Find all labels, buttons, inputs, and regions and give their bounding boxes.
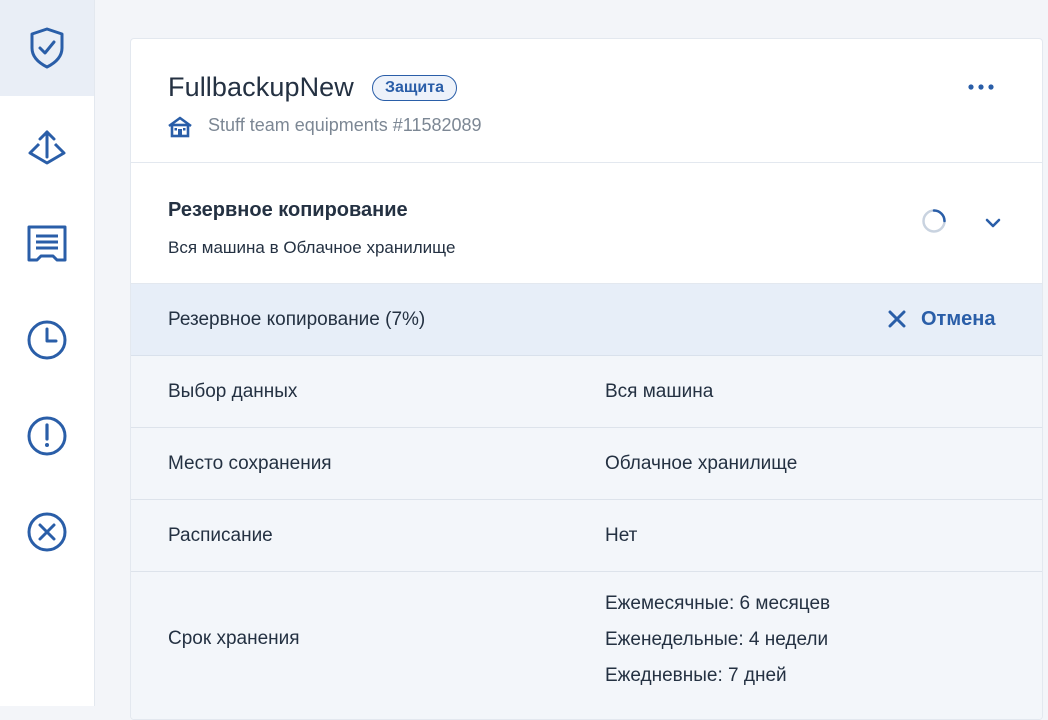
shield-check-icon [30,27,64,69]
more-horizontal-icon [968,84,994,90]
backup-upload-icon [28,130,66,165]
clock-icon [27,320,67,360]
detail-value-list: Ежемесячные: 6 месяцев Еженедельные: 4 н… [605,586,830,694]
more-button[interactable] [961,75,1001,99]
detail-label: Срок хранения [168,628,300,649]
detail-value: Нет [605,525,638,546]
close-circle-icon [27,512,67,552]
detail-row-retention: Срок хранения Ежемесячные: 6 месяцев Еже… [131,572,1042,719]
chevron-down-icon [985,218,1001,228]
detail-label: Выбор данных [168,381,298,402]
sidebar [0,0,95,706]
alert-icon [27,416,67,456]
plan-section: Резервное копирование Вся машина в Облач… [131,163,1042,284]
card-header: FullbackupNew Защита Stuff team equipmen… [131,39,1042,163]
progress-label: Резервное копирование (7%) [168,309,426,330]
plan-subtitle: Вся машина в Облачное хранилище [168,238,456,257]
cancel-button[interactable]: Отмена [887,304,995,334]
sidebar-item-history[interactable] [0,292,94,388]
detail-value: Вся машина [605,381,714,402]
detail-label: Расписание [168,525,273,546]
sidebar-item-alerts[interactable] [0,388,94,484]
sidebar-item-backup[interactable] [0,100,94,196]
expand-button[interactable] [979,211,1007,235]
cancel-label: Отмена [921,307,996,330]
sidebar-item-reports[interactable] [0,196,94,292]
status-badge: Защита [372,75,457,101]
report-icon [27,225,67,262]
sidebar-item-protection[interactable] [0,0,94,96]
detail-value: Облачное хранилище [605,453,798,474]
retention-daily: Ежедневные: 7 дней [605,665,787,686]
detail-row-data-selection: Выбор данных Вся машина [131,356,1042,428]
detail-label: Место сохранения [168,453,332,474]
detail-row-destination: Место сохранения Облачное хранилище [131,428,1042,500]
device-subtitle: Stuff team equipments #11582089 [208,115,482,135]
retention-monthly: Ежемесячные: 6 месяцев [605,593,831,614]
detail-row-schedule: Расписание Нет [131,500,1042,572]
plan-card: FullbackupNew Защита Stuff team equipmen… [130,38,1043,720]
sidebar-item-errors[interactable] [0,484,94,580]
page-title: FullbackupNew [168,72,354,102]
close-icon [888,310,906,328]
plan-title: Резервное копирование [168,199,408,221]
building-icon [168,116,192,138]
retention-weekly: Еженедельные: 4 недели [605,629,829,650]
progress-row: Резервное копирование (7%) Отмена [131,284,1042,356]
spinner-icon [922,209,946,233]
